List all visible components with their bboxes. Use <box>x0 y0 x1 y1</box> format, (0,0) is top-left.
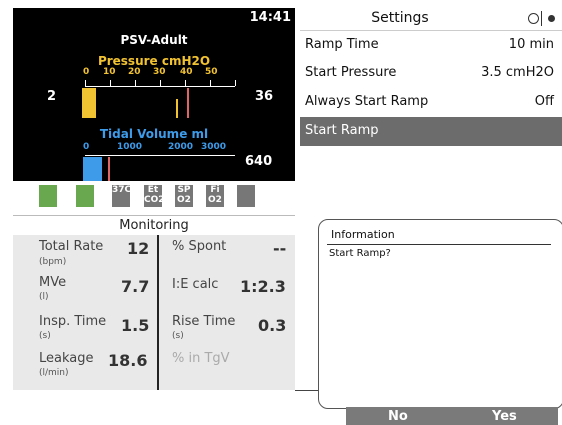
monitor-label: Rise Time <box>172 314 236 329</box>
settings-header: Settings <box>300 8 562 31</box>
column-divider <box>157 235 159 390</box>
setting-value: 10 min <box>508 37 554 52</box>
no-button[interactable]: No <box>388 409 408 424</box>
monitor-label: Leakage <box>39 351 94 366</box>
setting-label: Ramp Time <box>305 37 379 52</box>
pressure-tick: 10 <box>103 67 116 77</box>
clock: 14:41 <box>249 10 291 25</box>
setting-label: Start Ramp <box>305 123 379 138</box>
monitor-unit: (bpm) <box>39 257 67 267</box>
status-bar: 14:41 <box>13 8 295 29</box>
ventilation-mode: PSV-Adult <box>120 33 188 47</box>
yes-button[interactable]: Yes <box>492 409 517 424</box>
dialog-connector-line <box>295 390 319 391</box>
humidifier-icon: 37C <box>112 185 131 207</box>
monitor-value: -- <box>273 239 287 258</box>
page-indicator-filled-icon <box>548 15 555 22</box>
pressure-tick: 30 <box>153 67 166 77</box>
pressure-tick: 40 <box>180 67 193 77</box>
monitor-value: 12 <box>127 239 150 258</box>
tidal-volume-bar <box>83 157 102 181</box>
scale-tick-mark <box>135 80 136 86</box>
monitor-label: I:E calc <box>172 277 219 292</box>
monitor-unit: (s) <box>172 331 184 341</box>
tidal-volume-value: 640 <box>245 154 273 169</box>
volume-tick: 1000 <box>117 142 143 152</box>
page-indicator-divider <box>541 11 542 26</box>
pressure-bar <box>82 88 96 118</box>
page-indicator-empty-icon <box>528 13 539 24</box>
monitoring-header: Monitoring <box>13 215 295 236</box>
volume-tick: 3000 <box>201 142 227 152</box>
monitor-value: 1.5 <box>121 316 150 335</box>
monitoring-panel: Total Rate (bpm) 12 MVe (l) 7.7 Insp. Ti… <box>13 235 295 390</box>
monitor-unit: (l/min) <box>39 368 69 378</box>
monitor-label: MVe <box>39 275 67 290</box>
ventilator-monitor-panel: 14:41 PSV-Adult Pressure cmH2O 0 10 20 3… <box>13 8 295 390</box>
settings-title: Settings <box>371 10 429 26</box>
dialog-title: Information <box>331 228 395 241</box>
monitor-label: Total Rate <box>39 239 104 254</box>
dialog-divider <box>327 244 551 245</box>
monitor-unit: (s) <box>39 331 51 341</box>
volume-tick: 0 <box>83 142 90 152</box>
setting-value: Off <box>534 94 554 109</box>
battery-plug-icon <box>76 185 94 207</box>
settings-sliders-icon <box>237 185 255 207</box>
dialog-button-bar: No Yes <box>346 407 558 425</box>
pressure-tick: 50 <box>205 67 218 77</box>
setting-row-ramp-time[interactable]: Ramp Time 10 min <box>300 31 562 60</box>
scale-tick-mark <box>210 80 211 86</box>
fio2-icon: Fi O2 <box>206 185 224 207</box>
monitor-unit: (l) <box>39 292 49 302</box>
setting-row-start-ramp[interactable]: Start Ramp <box>300 117 562 146</box>
setting-value: 3.5 cmH2O <box>481 65 554 80</box>
scale-tick-mark <box>110 80 111 86</box>
monitor-value: 1:2.3 <box>240 277 286 296</box>
scale-tick-mark <box>235 80 236 86</box>
monitor-label: % in TgV <box>172 351 230 366</box>
setting-label: Always Start Ramp <box>305 94 429 109</box>
pressure-peak-marker <box>187 88 189 118</box>
pressure-tick: 0 <box>83 67 90 77</box>
pressure-tick: 20 <box>128 67 141 77</box>
pressure-gauge-title: Pressure cmH2O <box>97 54 211 68</box>
information-dialog: Information Start Ramp? <box>318 219 562 409</box>
etco2-icon: Et CO2 <box>144 185 165 207</box>
pressure-scale-line <box>85 86 235 87</box>
monitor-value: 0.3 <box>258 316 287 335</box>
monitor-label: % Spont <box>172 239 227 254</box>
setting-row-always-start-ramp[interactable]: Always Start Ramp Off <box>300 88 562 117</box>
scale-tick-mark <box>160 80 161 86</box>
graphics-area: PSV-Adult Pressure cmH2O 0 10 20 30 40 5… <box>13 29 295 181</box>
pressure-limit-marker <box>176 99 178 118</box>
volume-scale-line <box>85 155 235 156</box>
monitor-value: 7.7 <box>121 277 150 296</box>
pressure-min-value: 2 <box>47 89 57 104</box>
monitor-value: 18.6 <box>108 351 148 370</box>
pressure-peak-value: 36 <box>255 89 274 104</box>
dialog-message: Start Ramp? <box>329 248 391 259</box>
spo2-icon: SP O2 <box>175 185 193 207</box>
tidal-volume-title: Tidal Volume ml <box>99 127 209 141</box>
scale-tick-mark <box>85 80 86 86</box>
status-icon-row: 37C Et CO2 SP O2 Fi O2 <box>13 181 295 215</box>
setting-label: Start Pressure <box>305 65 397 80</box>
scale-tick-mark <box>185 80 186 86</box>
battery-icon <box>39 185 57 207</box>
tidal-volume-marker <box>108 157 110 181</box>
volume-tick: 2000 <box>168 142 194 152</box>
monitor-label: Insp. Time <box>39 314 107 329</box>
setting-row-start-pressure[interactable]: Start Pressure 3.5 cmH2O <box>300 59 562 88</box>
